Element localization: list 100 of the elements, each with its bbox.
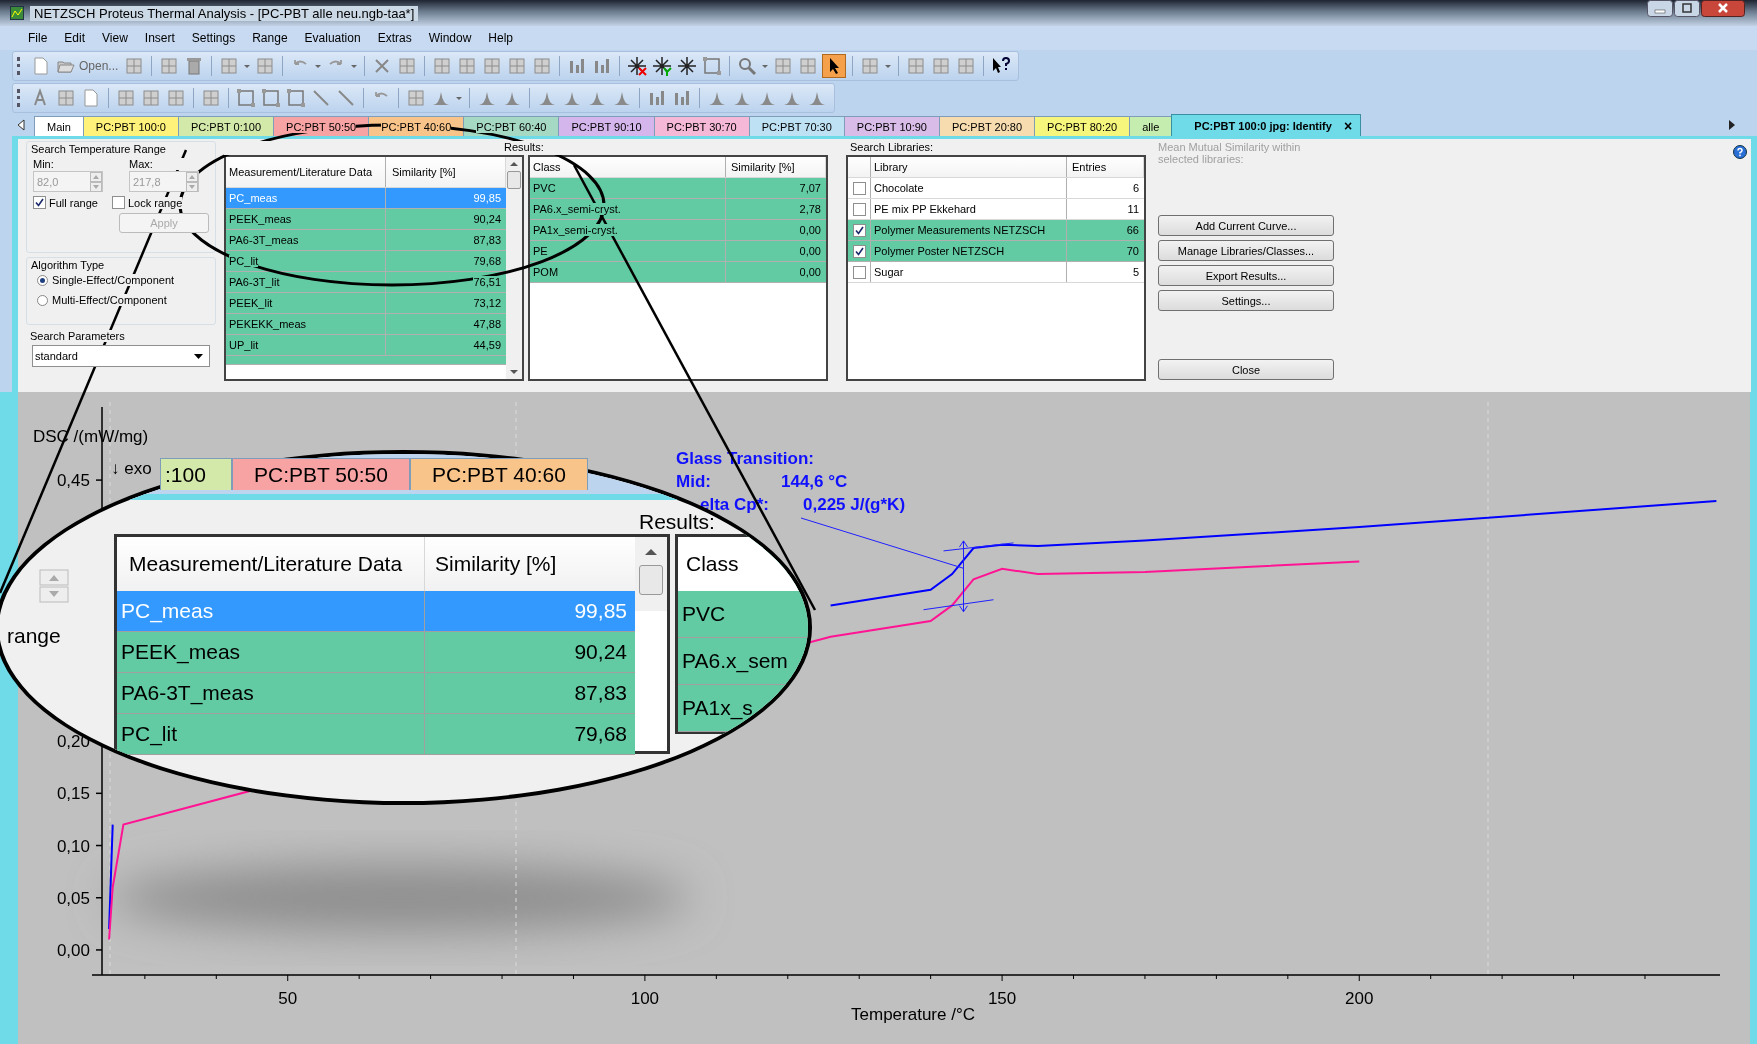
close-icon[interactable] (1701, 0, 1745, 17)
annotation-value: 0,225 J/(g*K) (803, 495, 906, 514)
tab[interactable]: PC:PBT 10:90 (843, 116, 940, 136)
scroll-thumb[interactable] (507, 171, 521, 189)
close-button[interactable]: Close (1158, 359, 1334, 380)
table-row[interactable]: PA6-3T_meas 87,83 (117, 673, 635, 714)
scroll-thumb[interactable] (639, 565, 663, 595)
checkbox[interactable] (852, 265, 866, 279)
tab[interactable]: Main (34, 116, 84, 136)
menu-item[interactable]: Settings (183, 31, 245, 45)
table-row[interactable]: PEEK_lit 73,12 (226, 293, 506, 314)
checkbox[interactable] (852, 244, 866, 258)
y-tick-label: 0,45 (56, 471, 90, 491)
tab[interactable]: PC:PBT 100:0 (82, 116, 179, 136)
help-icon[interactable] (1733, 145, 1747, 159)
checkbox[interactable] (852, 181, 866, 195)
scroll-left-icon[interactable] (16, 119, 26, 131)
table-row[interactable]: PEKEKK_meas 47,88 (226, 314, 506, 335)
search-parameters-dropdown[interactable]: standard (32, 345, 210, 367)
frame-icon[interactable] (260, 87, 282, 109)
table-row[interactable]: PEEK_meas 90,24 (226, 209, 506, 230)
table-cell: PA6.x_sem (682, 649, 788, 673)
grid-icon[interactable] (55, 87, 77, 109)
action-button[interactable]: Export Results... (1158, 265, 1334, 286)
tab[interactable]: PC:PBT 80:20 (1034, 116, 1131, 136)
column-header: Similarity [%] (434, 551, 558, 577)
group-title: Search Temperature Range (31, 143, 166, 155)
column-header[interactable]: Similarity [%] (726, 157, 826, 177)
action-button[interactable]: Add Current Curve... (1158, 215, 1334, 236)
x-tick-label: 100 (630, 989, 660, 1008)
tab[interactable]: PC:PBT 40:60 (368, 116, 465, 136)
checkbox[interactable] (852, 223, 866, 237)
tab[interactable]: alle (1129, 116, 1173, 136)
tab[interactable]: PC:PBT 100:0 jpg: Identify × (1171, 114, 1362, 136)
app-icon (10, 6, 24, 20)
menu-item[interactable]: Extras (369, 31, 421, 45)
tab[interactable]: PC:PBT 0:100 (177, 116, 275, 136)
scroll-right-icon[interactable] (1727, 119, 1737, 131)
crosshair-icon[interactable] (651, 55, 674, 77)
frame-icon[interactable] (235, 87, 257, 109)
menu-item[interactable]: Evaluation (296, 31, 370, 45)
pointer-icon[interactable] (822, 54, 847, 78)
window-title: NETZSCH Proteus Thermal Analysis - [PC-PBT alle neu.ngb-taa*] (30, 5, 419, 21)
table-cell: PA6-3T_meas (226, 230, 386, 250)
menu-item[interactable]: Window (420, 31, 481, 45)
tab[interactable]: PC:PBT 90:10 (558, 116, 655, 136)
table-row[interactable]: PC_lit 79,68 (226, 251, 506, 272)
table-cell: PA1x_s (682, 696, 753, 720)
menu-item[interactable]: Range (244, 31, 297, 45)
action-button[interactable]: Settings... (1158, 290, 1334, 311)
group-title: Search Parameters (30, 330, 125, 342)
table-cell: PC_meas (117, 591, 425, 631)
table-cell-text: 99,85 (573, 598, 628, 624)
tab[interactable]: PC:PBT 50:50 (232, 458, 410, 490)
tab[interactable]: PC:PBT 60:40 (463, 116, 560, 136)
table-row[interactable]: PA6-3T_meas 87,83 (226, 230, 506, 251)
table-cell: PE mix PP Ekkehard (871, 199, 1067, 219)
table-cell: Polymer Measurements NETZSCH (871, 220, 1067, 240)
magnifier-icon[interactable] (736, 55, 759, 77)
table-cell: Sugar (871, 262, 1067, 282)
action-button[interactable]: Manage Libraries/Classes... (1158, 240, 1334, 261)
table-cell: PEKEKK_meas (226, 314, 386, 334)
table-cell: PA6-3T_meas (117, 673, 425, 713)
column-header[interactable]: Class (530, 157, 726, 177)
menu-item[interactable]: Help (480, 31, 522, 45)
table-cell: PEEK_meas (226, 209, 386, 229)
table-row[interactable]: PA6-3T_lit 76,51 (226, 272, 506, 293)
tab[interactable]: PC:PBT 50:50 (273, 116, 370, 136)
column-header[interactable]: Measurement/Literature Data (226, 157, 386, 187)
x-tick-label: 150 (987, 989, 1017, 1008)
minimize-icon[interactable] (1647, 0, 1673, 17)
annotation-value: 144,6 °C (781, 472, 848, 491)
tab[interactable]: PC:PBT 70:30 (748, 116, 845, 136)
menu-item[interactable]: Insert (136, 31, 184, 45)
menu-item[interactable]: Edit (56, 31, 95, 45)
tab[interactable]: PC:PBT 40:60 (410, 458, 588, 490)
checkbox[interactable] (852, 202, 866, 216)
column-header[interactable]: Entries (1067, 157, 1144, 177)
frame-icon[interactable] (285, 87, 307, 109)
open-button[interactable]: Open... (55, 58, 121, 74)
tab[interactable]: :100 (160, 458, 232, 490)
table-row[interactable]: UP_lit 44,59 (226, 335, 506, 356)
menu-item[interactable]: View (94, 31, 137, 45)
spinner-icon[interactable] (39, 569, 69, 603)
table-row[interactable]: PC_lit 79,68 (117, 714, 635, 755)
crosshair-icon[interactable] (626, 55, 649, 77)
table-row[interactable]: PEEK_meas 90,24 (117, 632, 635, 673)
crosshair-icon[interactable] (676, 55, 699, 77)
scrollbar[interactable] (506, 157, 522, 379)
results-label: Results: (639, 510, 715, 534)
column-header[interactable]: Library (871, 157, 1067, 177)
scrollbar[interactable] (635, 537, 667, 611)
table-cell: PEEK_lit (226, 293, 386, 313)
tab[interactable]: PC:PBT 20:80 (938, 116, 1036, 136)
maximize-icon[interactable] (1674, 0, 1700, 17)
x-tick-label: 200 (1345, 989, 1374, 1008)
tab[interactable]: PC:PBT 30:70 (653, 116, 750, 136)
table-cell: Chocolate (871, 178, 1067, 198)
table-cell-text: 79,68 (573, 721, 628, 747)
menu-item[interactable]: File (20, 31, 57, 45)
